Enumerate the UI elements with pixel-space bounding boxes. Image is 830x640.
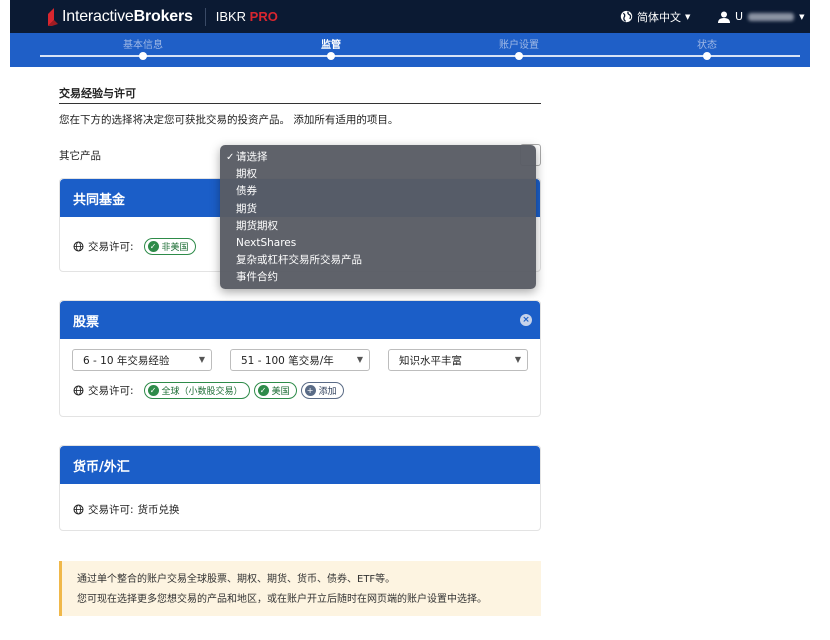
- close-icon[interactable]: ×: [520, 314, 532, 326]
- step-dot: [327, 52, 335, 60]
- permission-label: 交易许可:: [88, 241, 134, 253]
- stocks-permissions: 交易许可: ✓ 全球（小数股交易） ✓ 美国 + 添加: [73, 382, 344, 399]
- section-title: 交易经验与许可: [59, 87, 136, 100]
- top-navbar: InteractiveBrokers IBKR PRO 简体中文 ▼ U ▼: [10, 0, 810, 33]
- dropdown-option-options[interactable]: 期权: [220, 166, 536, 183]
- redacted-user-id: [748, 12, 795, 21]
- language-label: 简体中文: [637, 10, 681, 24]
- user-icon: [718, 11, 730, 23]
- experience-select[interactable]: 6 - 10 年交易经验 ▼: [72, 349, 212, 371]
- dropdown-option-bonds[interactable]: 债券: [220, 183, 536, 200]
- info-line-2: 您可现在选择更多您想交易的产品和地区，或在账户开立后随时在网页端的账户设置中选择…: [77, 594, 487, 605]
- dropdown-option-nextshares[interactable]: NextShares: [220, 235, 536, 252]
- step-status: 状态: [697, 40, 717, 51]
- plus-icon: +: [304, 385, 316, 396]
- brand-logo[interactable]: InteractiveBrokers IBKR PRO: [48, 0, 278, 33]
- user-id: U: [735, 10, 744, 23]
- dropdown-option-event-contracts[interactable]: 事件合约: [220, 269, 536, 286]
- user-menu[interactable]: U ▼: [718, 0, 804, 33]
- knowledge-select[interactable]: 知识水平丰富 ▼: [388, 349, 528, 371]
- globe-icon: [620, 10, 633, 23]
- step-regulatory: 监管: [321, 40, 341, 51]
- chevron-down-icon: ▼: [356, 355, 363, 364]
- info-line-1: 通过单个整合的账户交易全球股票、期权、期货、货币、债券、ETF等。: [77, 574, 396, 585]
- info-banner: 通过单个整合的账户交易全球股票、期权、期货、货币、债券、ETF等。 您可现在选择…: [59, 561, 541, 616]
- dropdown-option-futures-options[interactable]: 期货期权: [220, 218, 536, 235]
- globe-icon: [73, 385, 84, 396]
- checkmark-icon: ✓: [226, 152, 235, 163]
- dropdown-option-futures[interactable]: 期货: [220, 201, 536, 218]
- globe-icon: [73, 504, 84, 515]
- logo-divider: [204, 7, 206, 26]
- trades-per-year-select[interactable]: 51 - 100 笔交易/年 ▼: [230, 349, 370, 371]
- permission-pill-us[interactable]: ✓ 美国: [253, 382, 297, 399]
- progress-line: [40, 55, 800, 57]
- progress-steps: 基本信息 监管 账户设置 状态: [10, 33, 810, 67]
- section-description: 您在下方的选择将决定您可获批交易的投资产品。 添加所有适用的项目。: [59, 114, 399, 126]
- permission-pill-global-fractional[interactable]: ✓ 全球（小数股交易）: [143, 382, 250, 399]
- mutual-funds-permissions: 交易许可: ✓ 非美国: [73, 238, 196, 255]
- stocks-title: 股票: [73, 314, 100, 330]
- check-icon: ✓: [257, 385, 269, 396]
- check-icon: ✓: [147, 241, 159, 252]
- permission-value: 货币兑换: [137, 504, 180, 516]
- mutual-funds-title: 共同基金: [73, 192, 126, 208]
- permission-pill-non-us[interactable]: ✓ 非美国: [143, 238, 196, 255]
- chevron-down-icon: ▼: [514, 355, 521, 364]
- chevron-down-icon: ▼: [198, 355, 205, 364]
- step-dot: [139, 52, 147, 60]
- permission-label: 交易许可:: [88, 385, 134, 397]
- forex-card: 货币/外汇 交易许可: 货币兑换: [59, 445, 541, 531]
- permission-label: 交易许可:: [88, 504, 134, 516]
- other-products-dropdown: ✓ 请选择 期权 债券 期货 期货期权 NextShares 复杂或杠杆交易所交易…: [220, 145, 536, 289]
- dropdown-option-complex-etp[interactable]: 复杂或杠杆交易所交易产品: [220, 252, 536, 269]
- check-icon: ✓: [147, 385, 159, 396]
- language-selector[interactable]: 简体中文 ▼: [620, 0, 690, 33]
- logo-text: InteractiveBrokers: [62, 7, 193, 25]
- dropdown-option-placeholder[interactable]: ✓ 请选择: [220, 149, 536, 166]
- globe-icon: [73, 241, 84, 252]
- forex-permissions: 交易许可: 货币兑换: [73, 502, 180, 517]
- stocks-header: 股票 ×: [60, 301, 540, 339]
- add-permission-button[interactable]: + 添加: [300, 382, 344, 399]
- step-dot: [703, 52, 711, 60]
- forex-header: 货币/外汇: [60, 446, 540, 484]
- forex-title: 货币/外汇: [73, 459, 130, 475]
- chevron-down-icon: ▼: [685, 12, 691, 21]
- section-divider: [59, 103, 541, 104]
- step-basic-info: 基本信息: [123, 40, 163, 51]
- chevron-down-icon: ▼: [799, 12, 805, 21]
- ib-logo-icon: [48, 7, 58, 26]
- other-products-label: 其它产品: [59, 150, 101, 162]
- step-account-settings: 账户设置: [499, 40, 539, 51]
- product-name: IBKR PRO: [215, 9, 278, 24]
- step-dot: [515, 52, 523, 60]
